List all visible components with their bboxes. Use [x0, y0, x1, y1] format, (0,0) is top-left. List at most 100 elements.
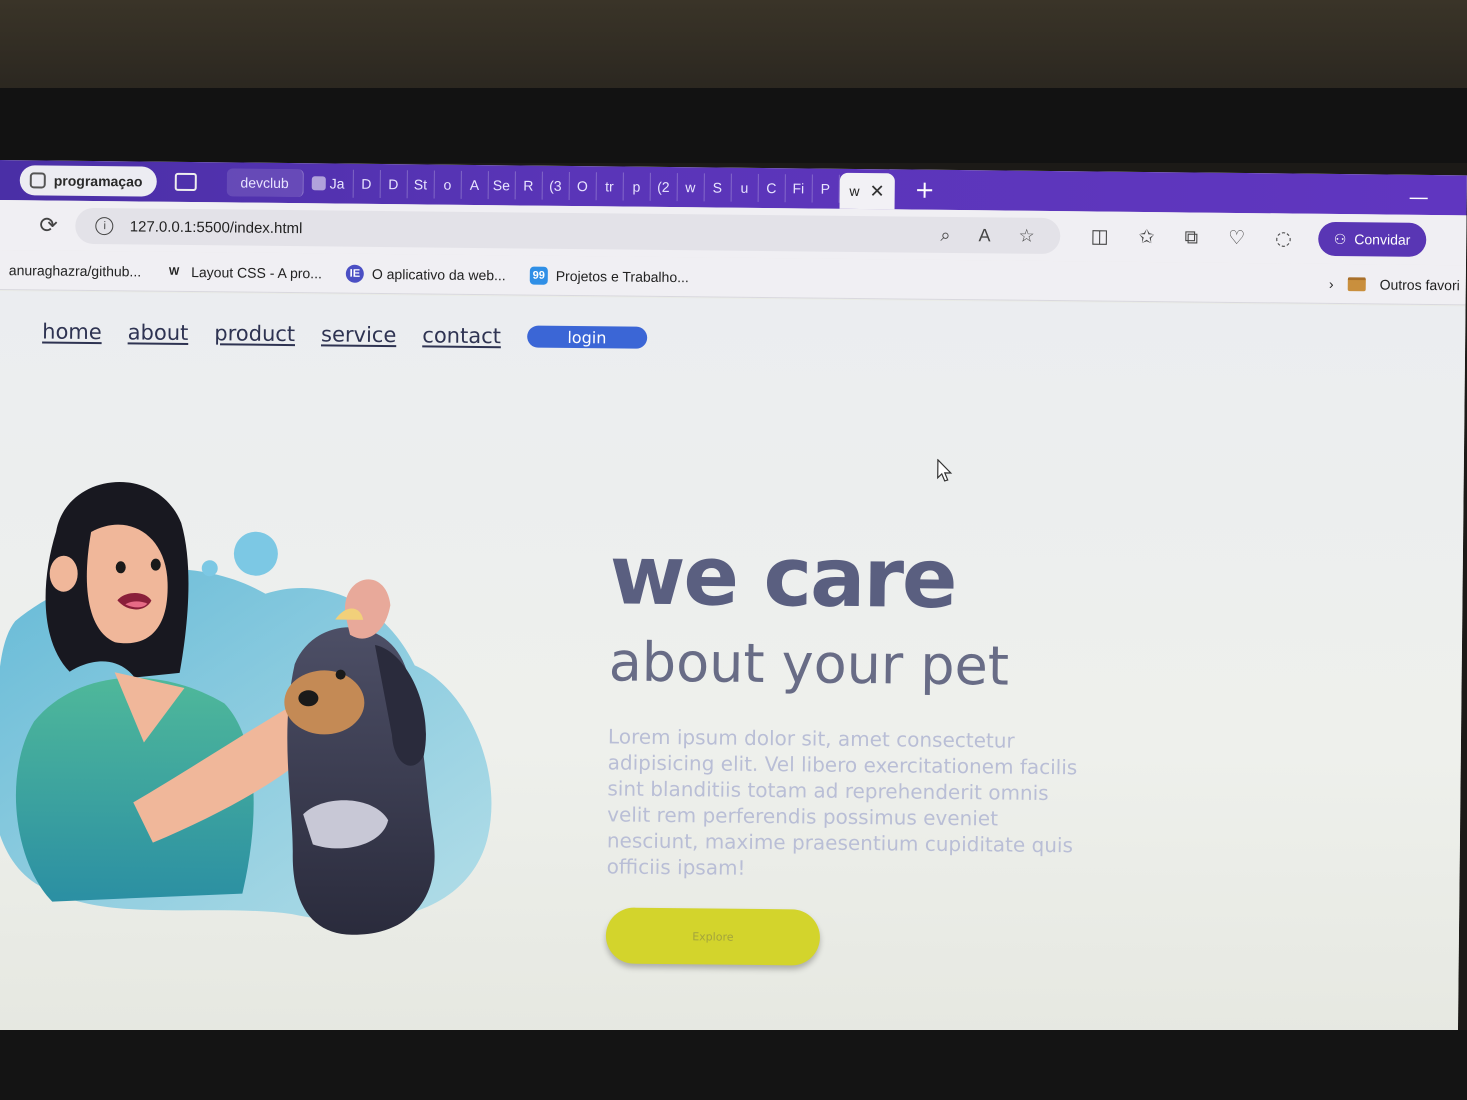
tab[interactable]: Fi: [785, 174, 813, 203]
tab[interactable]: P: [812, 174, 840, 203]
bookmark-label: O aplicativo da web...: [371, 265, 506, 283]
bookmark-item[interactable]: IE O aplicativo da web...: [345, 264, 506, 284]
hero-text-block: we care about your pet Lorem ipsum dolor…: [605, 528, 1090, 968]
tab[interactable]: O: [569, 171, 597, 201]
bookmark-favicon-icon: W: [168, 265, 180, 278]
bookmark-label: Layout CSS - A pro...: [191, 263, 322, 281]
people-icon: ⚇: [1333, 230, 1347, 247]
workspace-icon: [29, 172, 46, 189]
tab[interactable]: R: [515, 171, 543, 200]
minimize-icon[interactable]: —: [1409, 185, 1429, 209]
address-bar-tools: ⌕ A ☆: [940, 224, 1060, 246]
favorite-star-icon[interactable]: ☆: [1018, 225, 1034, 246]
chevron-right-icon[interactable]: ›: [1329, 275, 1334, 291]
tab[interactable]: Se: [488, 171, 516, 200]
health-icon[interactable]: ♡: [1228, 227, 1245, 249]
tab-label: D: [388, 176, 399, 193]
info-icon[interactable]: i: [95, 217, 114, 236]
site-nav: home about product service contact login: [42, 319, 648, 349]
nav-about[interactable]: about: [128, 320, 189, 345]
tab-label: P: [820, 180, 831, 197]
tab-label: o: [443, 176, 452, 193]
tab-label: (3: [549, 177, 562, 194]
tab[interactable]: A: [461, 170, 489, 200]
laptop-screen: programaçao devclub Ja D D St o A Se R (…: [0, 160, 1467, 1048]
tab-label: p: [632, 178, 641, 195]
laptop-bezel-top: [0, 88, 1467, 163]
tab-active[interactable]: w ✕: [839, 172, 895, 210]
page-favicon-icon: [311, 176, 326, 191]
zoom-icon[interactable]: ⌕: [940, 224, 950, 245]
tab[interactable]: St: [407, 170, 435, 199]
other-favorites-label[interactable]: Outros favori: [1380, 276, 1460, 293]
tab-label: C: [766, 180, 777, 197]
toolbar-icons: ◫ ✩ ⧉ ♡ ◌: [1091, 225, 1292, 249]
tab-label: w: [685, 179, 696, 196]
close-icon[interactable]: ✕: [869, 181, 884, 202]
bookmarks-right: › Outros favori: [1329, 275, 1466, 292]
url-text[interactable]: 127.0.0.1:5500/index.html: [130, 218, 303, 237]
bookmark-favicon-icon: IE: [345, 264, 365, 283]
explore-button[interactable]: Explore: [605, 907, 821, 966]
workspace-label: programaçao: [53, 172, 143, 190]
tab-label: O: [576, 178, 588, 195]
tab-label: Fi: [792, 180, 805, 197]
workspace-button[interactable]: programaçao: [19, 165, 157, 197]
tab[interactable]: (3: [542, 171, 570, 200]
tab-label: D: [361, 175, 372, 192]
tab[interactable]: tr: [596, 172, 624, 201]
web-page: home about product service contact login: [0, 290, 1466, 1048]
favorites-icon[interactable]: ✩: [1139, 226, 1155, 248]
tab-label: A: [469, 176, 480, 194]
tab[interactable]: C: [758, 173, 786, 203]
invite-button[interactable]: ⚇ Convidar: [1317, 221, 1427, 257]
nav-service[interactable]: service: [321, 322, 396, 347]
woman-with-dog-illustration: [0, 481, 492, 935]
invite-label: Convidar: [1354, 231, 1411, 248]
tab-label: devclub: [240, 174, 289, 192]
split-screen-icon[interactable]: ◫: [1091, 225, 1109, 247]
tab[interactable]: p: [623, 172, 651, 201]
tab-label: St: [413, 176, 428, 193]
hero-subtitle: about your pet: [608, 630, 1010, 698]
nav-contact[interactable]: contact: [422, 323, 501, 348]
bookmark-label: Projetos e Trabalho...: [555, 267, 689, 285]
bookmark-label: anuraghazra/github...: [8, 261, 142, 279]
tab[interactable]: u: [731, 173, 759, 202]
tab[interactable]: o: [434, 170, 462, 199]
new-tab-button[interactable]: +: [914, 176, 934, 204]
nav-home[interactable]: home: [42, 319, 102, 344]
tab[interactable]: Ja: [303, 169, 354, 198]
address-bar[interactable]: i 127.0.0.1:5500/index.html ⌕ A ☆: [75, 207, 1061, 255]
bookmark-item[interactable]: 99 Projetos e Trabalho...: [529, 266, 689, 286]
read-aloud-icon[interactable]: A: [978, 225, 990, 246]
tab[interactable]: D: [380, 169, 408, 199]
mouse-cursor-icon: [937, 458, 953, 482]
hero-title: we care: [609, 528, 957, 628]
tab[interactable]: D: [353, 169, 381, 198]
tab-label: w: [849, 182, 860, 200]
bookmark-item[interactable]: W Layout CSS - A pro...: [165, 262, 322, 282]
folder-icon: [1347, 276, 1366, 291]
tab-actions-icon[interactable]: [174, 172, 197, 192]
tab-label: R: [523, 177, 534, 194]
feedback-icon[interactable]: ◌: [1275, 227, 1292, 249]
laptop-bezel-bottom: [0, 1030, 1467, 1100]
tab[interactable]: (2: [650, 172, 678, 202]
login-button[interactable]: login: [526, 325, 648, 349]
tab-label: Ja: [329, 175, 345, 192]
tab-label: (2: [657, 178, 670, 196]
reload-icon[interactable]: ⟳: [39, 213, 58, 238]
bookmark-favicon-icon: 99: [529, 266, 548, 285]
tab-label: S: [712, 179, 723, 196]
tab[interactable]: S: [704, 173, 732, 202]
tab[interactable]: w: [677, 173, 705, 202]
tab-devclub[interactable]: devclub: [226, 168, 304, 198]
tab-label: Se: [492, 177, 511, 194]
tab-label: u: [740, 179, 749, 196]
tab-label: tr: [605, 178, 614, 195]
hero-paragraph: Lorem ipsum dolor sit, amet consectetur …: [606, 724, 1078, 880]
collections-icon[interactable]: ⧉: [1184, 226, 1198, 248]
nav-product[interactable]: product: [214, 321, 295, 346]
bookmark-item[interactable]: anuraghazra/github...: [9, 262, 141, 279]
